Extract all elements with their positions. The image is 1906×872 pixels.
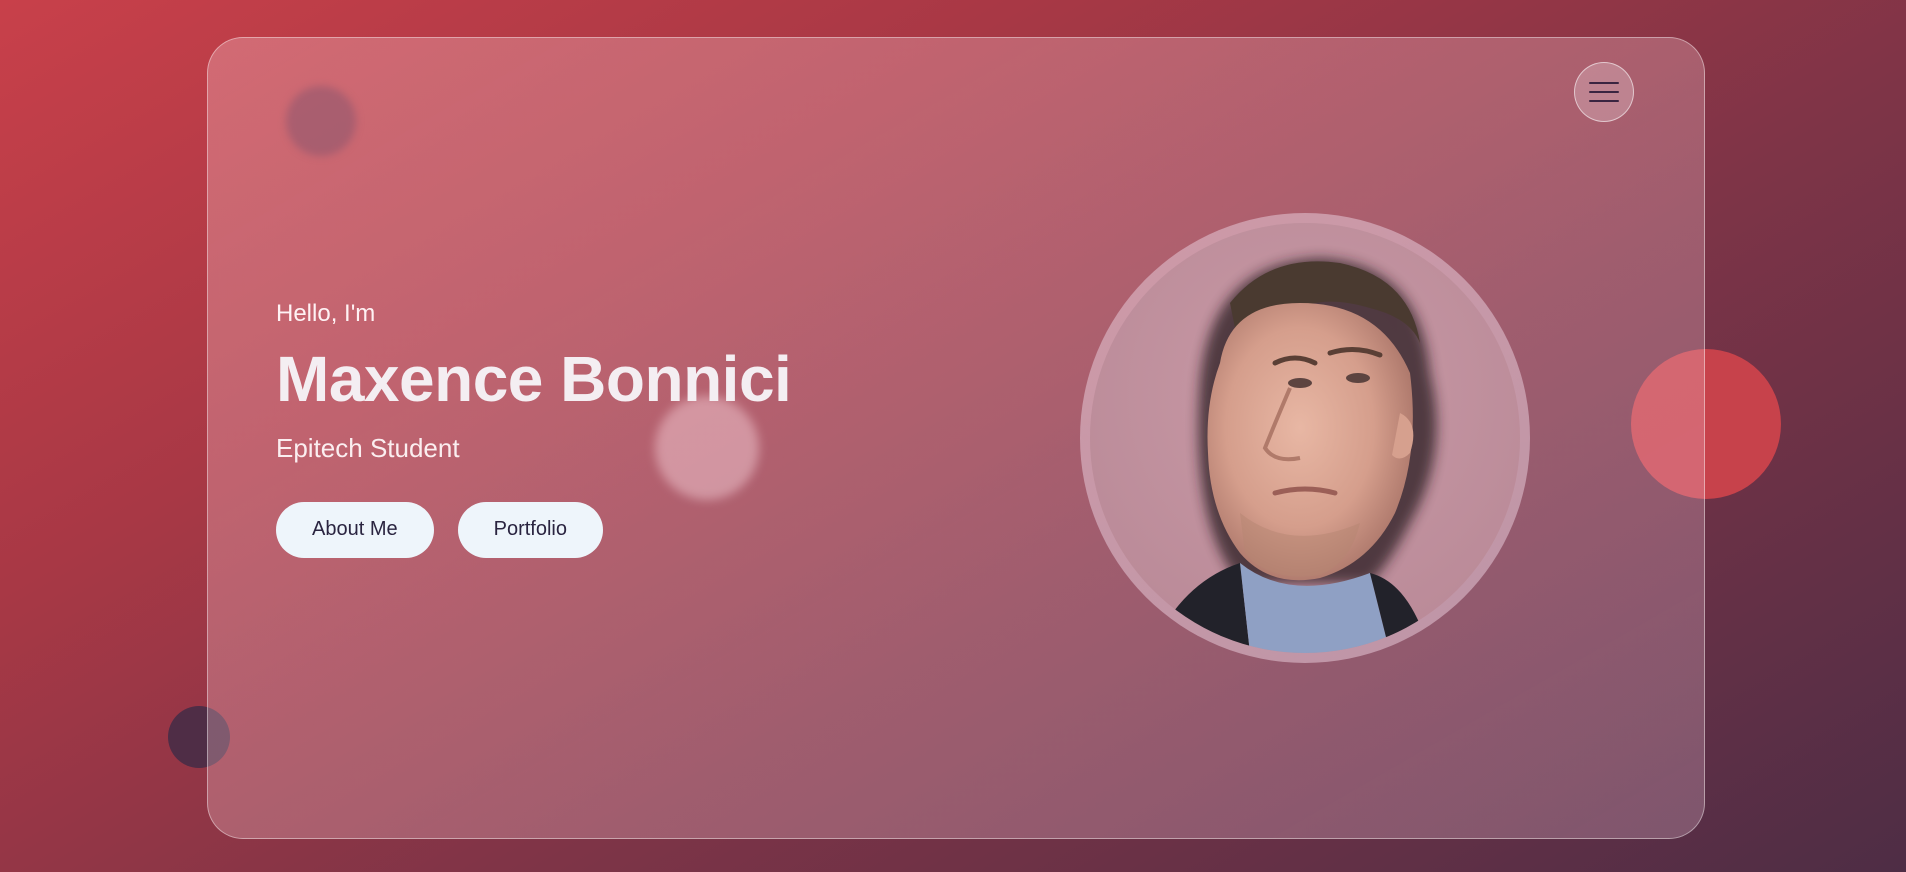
hamburger-menu-icon-bar bbox=[1589, 91, 1619, 93]
profile-photo bbox=[1090, 223, 1520, 653]
avatar-frame bbox=[1080, 213, 1530, 663]
menu-button[interactable] bbox=[1574, 62, 1634, 122]
greeting-text: Hello, I'm bbox=[276, 300, 376, 327]
portfolio-button[interactable]: Portfolio bbox=[457, 501, 603, 558]
hero-card: Hello, I'm Maxence Bonnici Epitech Stude… bbox=[207, 37, 1705, 839]
avatar bbox=[1090, 223, 1520, 653]
hero-buttons: About Me Portfolio bbox=[276, 501, 791, 558]
about-me-button[interactable]: About Me bbox=[276, 501, 434, 558]
page-title: Maxence Bonnici bbox=[276, 342, 792, 415]
hero-text: Hello, I'm Maxence Bonnici Epitech Stude… bbox=[276, 300, 792, 558]
hamburger-menu-icon-bar bbox=[1589, 100, 1619, 102]
subtitle-text: Epitech Student bbox=[276, 432, 460, 463]
hamburger-menu-icon bbox=[1589, 82, 1619, 84]
decorative-circle-top-left bbox=[286, 86, 356, 156]
